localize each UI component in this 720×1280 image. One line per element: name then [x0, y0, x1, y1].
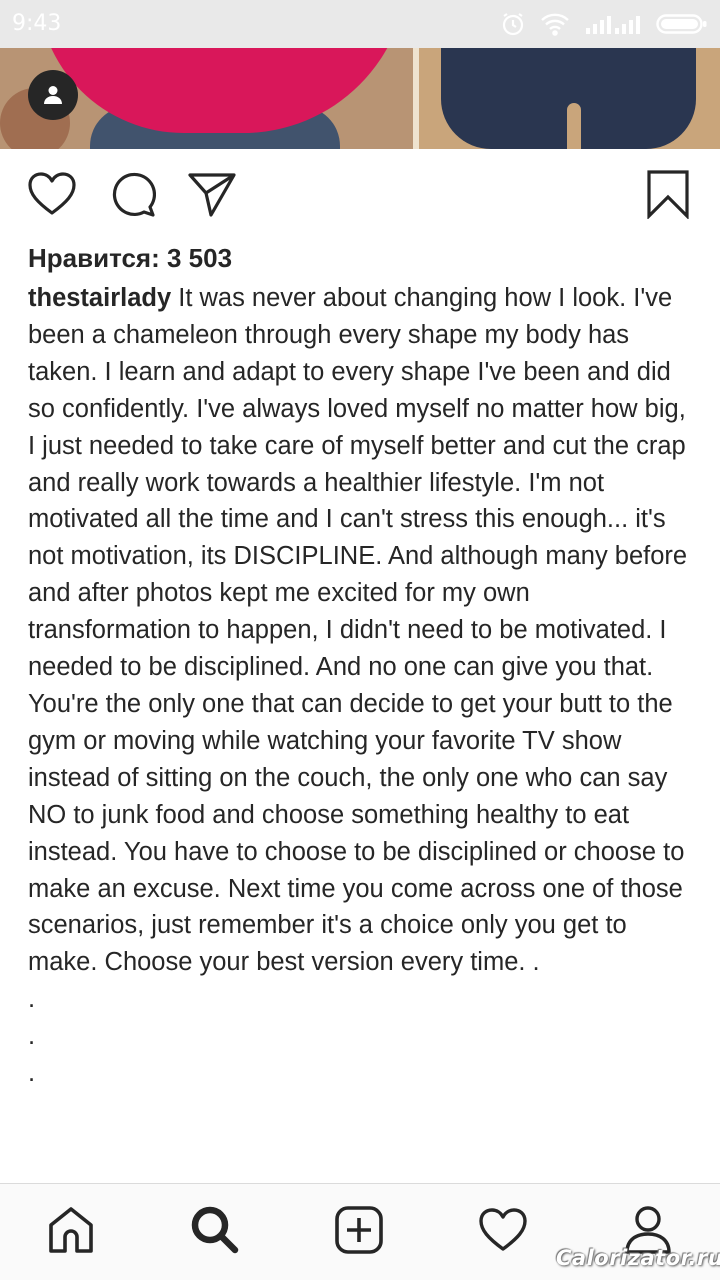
tagged-user-icon[interactable] [28, 70, 78, 120]
post-actions [0, 160, 720, 230]
home-icon [46, 1205, 96, 1260]
bookmark-button[interactable] [642, 169, 694, 224]
heart-icon [27, 171, 77, 222]
comment-button[interactable] [106, 170, 158, 222]
nav-new-post[interactable] [331, 1204, 387, 1260]
after-photo [419, 48, 720, 149]
wifi-icon [540, 12, 570, 36]
status-icons [500, 10, 708, 38]
nav-activity[interactable] [475, 1204, 531, 1260]
nav-search[interactable] [187, 1204, 243, 1260]
post-image[interactable] [0, 48, 720, 149]
watermark: Calorizator.ru [556, 1246, 720, 1270]
add-post-icon [334, 1205, 384, 1260]
bookmark-icon [646, 169, 690, 224]
likes-count[interactable]: Нравится: 3 503 [28, 241, 232, 275]
caption-text: It was never about changing how I look. … [28, 284, 688, 1088]
signal-icon [584, 12, 642, 36]
status-bar: 9:43 [0, 0, 720, 48]
like-button[interactable] [26, 170, 78, 222]
share-button[interactable] [186, 170, 238, 222]
comment-icon [108, 170, 157, 223]
status-time: 9:43 [12, 11, 62, 36]
caption-username[interactable]: thestairlady [28, 284, 171, 312]
share-icon [187, 171, 237, 222]
nav-home[interactable] [43, 1204, 99, 1260]
alarm-icon [500, 11, 526, 37]
post-caption: thestairlady It was never about changing… [28, 280, 698, 1092]
search-icon [189, 1204, 241, 1261]
battery-icon [656, 12, 708, 36]
activity-heart-icon [478, 1207, 528, 1258]
